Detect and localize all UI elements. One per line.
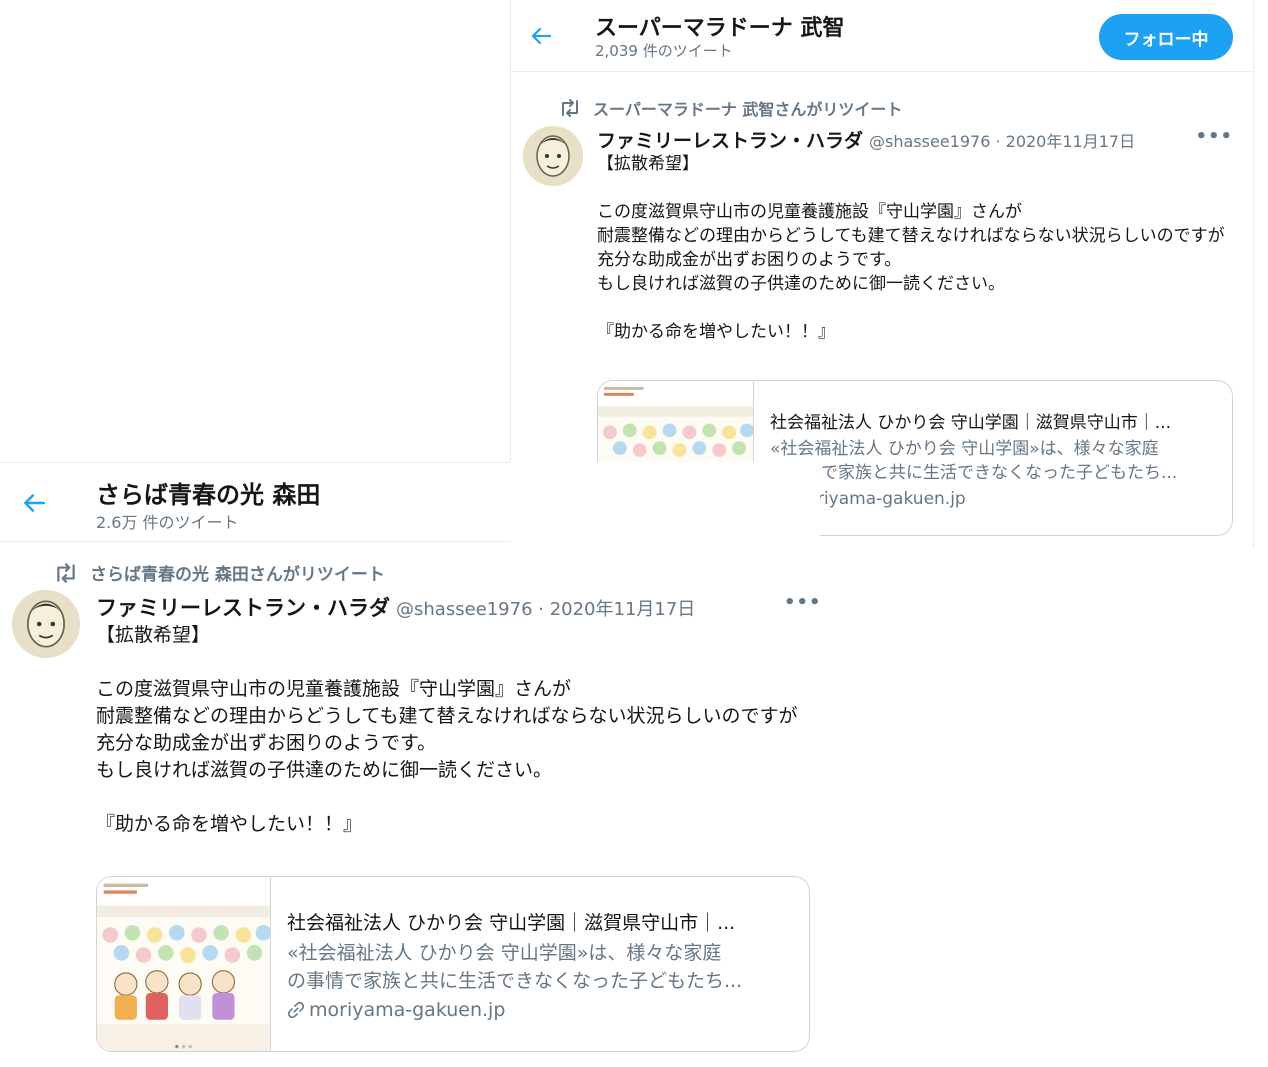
profile-header: さらば青春の光 森田 2.6万 件のツイート — [0, 462, 510, 542]
card-description: «社会福祉法人 ひかり会 守山学園»は、様々な家庭 の事情で家族と共に生活できな… — [770, 437, 1216, 485]
profile-panel-morita: さらば青春の光 森田 2.6万 件のツイート さらば青春の光 森田さんがリツイー… — [0, 462, 822, 1067]
retweet-indicator: スーパーマラドーナ 武智さんがリツイート — [559, 96, 902, 120]
tweet-header: ファミリーレストラン・ハラダ @shassee1976 · 2020年11月17… — [597, 126, 1135, 153]
link-icon — [287, 1001, 305, 1018]
tweet-header: ファミリーレストラン・ハラダ @shassee1976 · 2020年11月17… — [96, 592, 695, 622]
card-thumbnail — [97, 877, 271, 1051]
card-desc-line: «社会福祉法人 ひかり会 守山学園»は、様々な家庭 — [287, 941, 722, 964]
tweet-count: 2.6万 件のツイート — [96, 513, 239, 532]
card-title: 社会福祉法人 ひかり会 守山学園｜滋賀県守山市｜... — [770, 412, 1172, 433]
retweet-icon — [562, 99, 578, 117]
retweet-indicator: さらば青春の光 森田さんがリツイート — [54, 560, 385, 585]
avatar[interactable] — [523, 126, 583, 186]
back-arrow-icon[interactable] — [525, 20, 557, 52]
tweet-text: 【拡散希望】 この度滋賀県守山市の児童養護施設『守山学園』さんが 耐震整備などの… — [96, 624, 798, 835]
card-info: 社会福祉法人 ひかり会 守山学園｜滋賀県守山市｜... «社会福祉法人 ひかり会… — [271, 877, 809, 1051]
author-handle-date[interactable]: @shassee1976 · 2020年11月17日 — [396, 595, 695, 621]
retweet-icon — [57, 562, 75, 583]
more-options-icon[interactable]: ••• — [1195, 126, 1233, 147]
author-handle-date[interactable]: @shassee1976 · 2020年11月17日 — [869, 128, 1135, 152]
back-arrow-icon[interactable] — [18, 487, 50, 519]
card-domain-text: moriyama-gakuen.jp — [309, 998, 506, 1021]
profile-name: スーパーマラドーナ 武智 — [595, 16, 845, 41]
card-title: 社会福祉法人 ひかり会 守山学園｜滋賀県守山市｜... — [287, 911, 736, 934]
card-desc-line: の事情で家族と共に生活できなくなった子どもたち... — [287, 969, 743, 992]
card-description: «社会福祉法人 ひかり会 守山学園»は、様々な家庭 の事情で家族と共に生活できな… — [287, 939, 793, 995]
card-desc-line: «社会福祉法人 ひかり会 守山学園»は、様々な家庭 — [770, 438, 1159, 459]
card-domain: moriyama-gakuen.jp — [287, 999, 793, 1021]
profile-name: さらば青春の光 森田 — [96, 481, 321, 509]
tweet-count: 2,039 件のツイート — [595, 42, 733, 60]
author-name[interactable]: ファミリーレストラン・ハラダ — [597, 126, 863, 153]
link-card[interactable]: 社会福祉法人 ひかり会 守山学園｜滋賀県守山市｜... «社会福祉法人 ひかり会… — [96, 876, 810, 1052]
author-name[interactable]: ファミリーレストラン・ハラダ — [96, 592, 390, 622]
card-domain: moriyama-gakuen.jp — [770, 489, 1216, 509]
avatar[interactable] — [12, 590, 80, 658]
card-info: 社会福祉法人 ひかり会 守山学園｜滋賀県守山市｜... «社会福祉法人 ひかり会… — [754, 381, 1232, 535]
card-desc-line: の事情で家族と共に生活できなくなった子どもたち... — [770, 462, 1178, 483]
retweet-label: スーパーマラドーナ 武智さんがリツイート — [593, 100, 903, 119]
profile-header: スーパーマラドーナ 武智 2,039 件のツイート フォロー中 — [511, 0, 1253, 72]
retweet-label: さらば青春の光 森田さんがリツイート — [90, 565, 385, 585]
more-options-icon[interactable]: ••• — [784, 592, 822, 613]
following-button[interactable]: フォロー中 — [1099, 14, 1233, 60]
tweet-text: 【拡散希望】 この度滋賀県守山市の児童養護施設『守山学園』さんが 耐震整備などの… — [597, 154, 1225, 342]
